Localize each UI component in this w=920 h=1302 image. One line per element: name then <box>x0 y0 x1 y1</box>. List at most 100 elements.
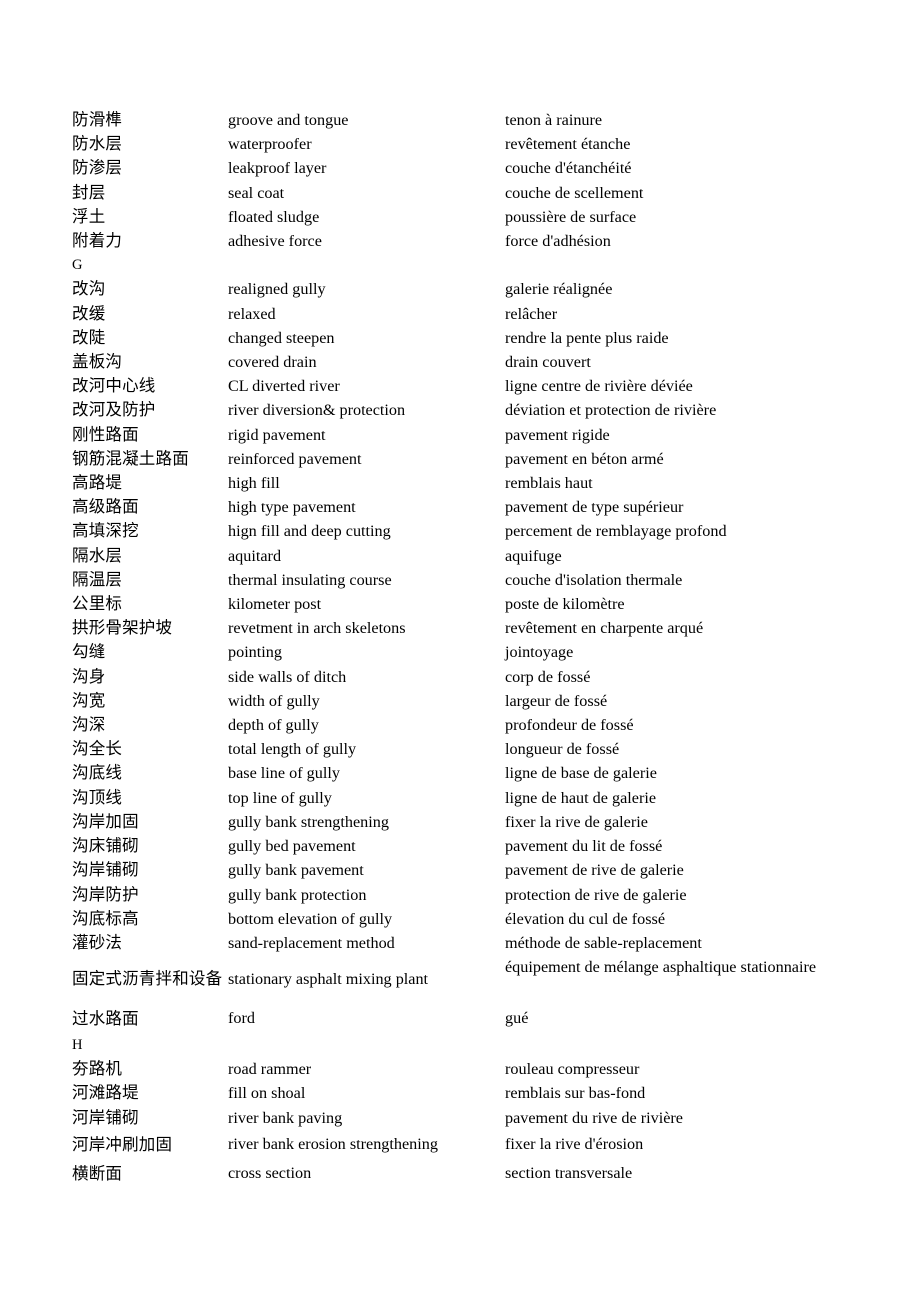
term-english: seal coat <box>228 183 285 202</box>
term-french: couche d'étanchéité <box>505 159 632 178</box>
term-english: cross section <box>228 1164 312 1183</box>
term-chinese: 拱形骨架护坡 <box>72 618 173 638</box>
glossary-row: 防水层 waterproofer revêtement étanche <box>0 132 920 156</box>
term-english: thermal insulating course <box>228 570 392 589</box>
term-chinese: 横断面 <box>72 1164 123 1184</box>
term-french: fixer la rive de galerie <box>505 812 648 831</box>
term-chinese: 沟全长 <box>72 739 123 759</box>
term-french: remblais sur bas-fond <box>505 1084 646 1103</box>
term-english: bottom elevation of gully <box>228 909 393 928</box>
term-english: top line of gully <box>228 788 332 807</box>
glossary-row: 封层 seal coat couche de scellement <box>0 181 920 205</box>
glossary-row: 沟岸铺砌 gully bank pavement pavement de rive … <box>0 858 920 882</box>
glossary-row: 河岸冲刷加固 river bank erosion strengthening fi… <box>0 1130 920 1160</box>
term-chinese: 钢筋混凝土路面 <box>72 448 189 468</box>
glossary-row: 浮土 floated sludge poussière de surface <box>0 205 920 229</box>
term-chinese: 沟床铺砌 <box>72 836 139 856</box>
term-french: revêtement en charpente arqué <box>505 619 704 638</box>
term-english: leakproof layer <box>228 159 327 178</box>
section-letter-row: H <box>0 1033 920 1057</box>
term-french: tenon à rainure <box>505 111 603 129</box>
term-chinese: 附着力 <box>72 231 123 251</box>
term-chinese: 过水路面 <box>72 1008 139 1028</box>
term-chinese: 防滑榫 <box>72 110 123 129</box>
term-english: gully bank protection <box>228 885 367 904</box>
glossary-row: 改陡 changed steepen rendre la pente plus ra… <box>0 326 920 350</box>
term-english: pointing <box>228 643 282 662</box>
glossary-row: 改河中心线 CL diverted river ligne centre de ri… <box>0 374 920 398</box>
term-french: fixer la rive d'érosion <box>505 1134 644 1153</box>
term-english: gully bed pavement <box>228 837 356 856</box>
glossary-row: 防渗层 leakproof layer couche d'étanchéité <box>0 156 920 180</box>
term-english: stationary asphalt mixing plant <box>228 970 429 989</box>
term-french: couche d'isolation thermale <box>505 570 683 589</box>
term-french: force d'adhésion <box>505 232 611 251</box>
term-chinese: 沟岸铺砌 <box>72 860 139 880</box>
glossary-row: 高路堤 high fill remblais haut <box>0 471 920 495</box>
section-letter: G <box>72 257 83 274</box>
term-french: rendre la pente plus raide <box>505 328 669 347</box>
glossary-row: 沟宽 width of gully largeur de fossé <box>0 689 920 713</box>
glossary-row: 沟深 depth of gully profondeur de fossé <box>0 713 920 737</box>
term-french: percement de remblayage profond <box>505 522 727 541</box>
glossary-row: 沟身 side walls of ditch corp de fossé <box>0 665 920 689</box>
term-french: méthode de sable-replacement <box>505 933 702 952</box>
glossary-row: 沟底标高 bottom elevation of gully élevation d… <box>0 907 920 931</box>
glossary-row: 拱形骨架护坡 revetment in arch skeletons revêtem… <box>0 616 920 640</box>
term-english: groove and tongue <box>228 111 349 129</box>
glossary-row: 勾缝 pointing jointoyage <box>0 640 920 664</box>
term-french: relâcher <box>505 304 558 323</box>
glossary-table: 防滑榫 groove and tongue tenon à rainure 防水层 wa… <box>0 108 920 1189</box>
document-page: 防滑榫 groove and tongue tenon à rainure 防水层 wa… <box>0 0 920 1302</box>
term-french: ligne de base de galerie <box>505 764 657 783</box>
term-chinese: 夯路机 <box>72 1059 123 1079</box>
glossary-row: 隔温层 thermal insulating course couche d'iso… <box>0 568 920 592</box>
term-english: side walls of ditch <box>228 667 347 686</box>
term-english: river diversion& protection <box>228 401 406 420</box>
term-english: waterproofer <box>228 135 312 154</box>
glossary-row: 钢筋混凝土路面 reinforced pavement pavement en bé… <box>0 447 920 471</box>
term-english: river bank paving <box>228 1108 343 1127</box>
term-english: floated sludge <box>228 207 320 226</box>
term-chinese: 沟身 <box>72 666 106 686</box>
glossary-row: 附着力 adhesive force force d'adhésion <box>0 229 920 253</box>
term-french: équipement de mélange asphaltique statio… <box>505 958 817 977</box>
term-chinese: 改陡 <box>72 327 106 347</box>
term-english: sand-replacement method <box>228 933 395 952</box>
term-english: CL diverted river <box>228 377 340 396</box>
term-english: relaxed <box>228 304 276 323</box>
glossary-row: 固定式沥青拌和设备 stationary asphalt mixing plant… <box>0 955 920 1003</box>
term-french: pavement en béton armé <box>505 449 664 468</box>
term-chinese: 高级路面 <box>72 497 139 517</box>
term-english: ford <box>228 1008 255 1027</box>
term-chinese: 沟深 <box>72 715 106 735</box>
term-chinese: 高填深挖 <box>72 521 139 541</box>
term-french: drain couvert <box>505 353 591 372</box>
glossary-row: 改沟 realigned gully galerie réalignée <box>0 277 920 301</box>
term-english: river bank erosion strengthening <box>228 1134 438 1153</box>
term-english: kilometer post <box>228 595 322 614</box>
term-chinese: 河滩路堤 <box>72 1083 139 1103</box>
term-french: rouleau compresseur <box>505 1060 640 1079</box>
term-french: ligne centre de rivière déviée <box>505 377 693 396</box>
glossary-row: 刚性路面 rigid pavement pavement rigide <box>0 423 920 447</box>
term-chinese: 封层 <box>72 182 106 202</box>
term-chinese: 刚性路面 <box>72 424 139 444</box>
glossary-row: 改河及防护 river diversion& protection déviatio… <box>0 398 920 422</box>
term-french: déviation et protection de rivière <box>505 401 717 420</box>
term-french: pavement du lit de fossé <box>505 837 663 856</box>
term-french: poussière de surface <box>505 207 637 226</box>
glossary-row: 横断面 cross section section transversale <box>0 1159 920 1189</box>
term-chinese: 沟顶线 <box>72 787 123 807</box>
glossary-row: 改缓 relaxed relâcher <box>0 302 920 326</box>
term-french: corp de fossé <box>505 667 591 686</box>
term-french: remblais haut <box>505 474 593 493</box>
glossary-row: 过水路面 ford gué <box>0 1004 920 1034</box>
term-chinese: 勾缝 <box>72 642 106 662</box>
glossary-row: 高级路面 high type pavement pavement de type s… <box>0 495 920 519</box>
glossary-row: 公里标 kilometer post poste de kilomètre <box>0 592 920 616</box>
term-french: revêtement étanche <box>505 135 631 154</box>
glossary-row: 高填深挖 hign fill and deep cutting percement … <box>0 519 920 543</box>
glossary-row: 防滑榫 groove and tongue tenon à rainure <box>0 108 920 132</box>
glossary-row: 盖板沟 covered drain drain couvert <box>0 350 920 374</box>
